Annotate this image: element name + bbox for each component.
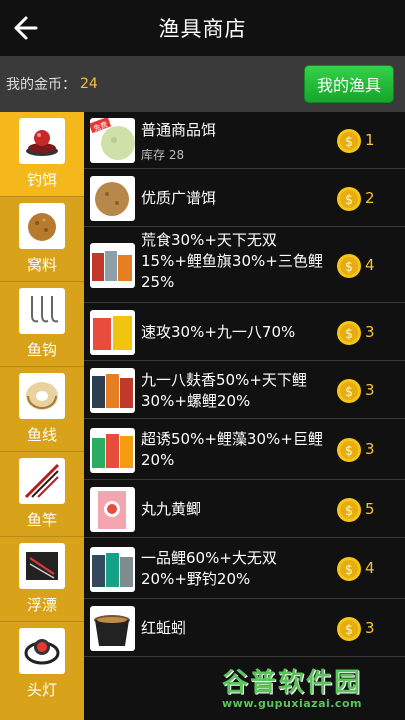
category-float[interactable]: 浮漂 xyxy=(0,537,84,621)
gold-coin-icon: $ xyxy=(337,254,361,278)
product-thumbnail xyxy=(90,428,135,473)
bait-icon xyxy=(19,118,65,164)
product-thumbnail xyxy=(90,176,135,221)
product-name: 九一八麸香50%+天下鲤30%+螺鲤20% xyxy=(141,371,307,410)
product-name: 超诱50%+鲤藻30%+巨鲤20% xyxy=(141,430,323,469)
product-price: 1 xyxy=(365,131,375,149)
product-price: 2 xyxy=(365,189,375,207)
category-line[interactable]: 鱼线 xyxy=(0,367,84,451)
my-gear-button[interactable]: 我的渔具 xyxy=(304,65,394,103)
product-list: 免费 普通商品饵 库存 28 $ 1 优质广谱饵 $ 2 荒食30%+天下无双1… xyxy=(84,112,405,720)
fishhook-icon xyxy=(19,288,65,334)
category-rod[interactable]: 鱼竿 xyxy=(0,452,84,536)
gold-coin-icon: $ xyxy=(337,557,361,581)
product-row[interactable]: 丸九黄鲫 $ 5 xyxy=(84,481,405,538)
svg-text:$: $ xyxy=(345,260,353,275)
svg-text:$: $ xyxy=(345,563,353,578)
category-label: 钓饵 xyxy=(26,171,57,189)
product-price: 3 xyxy=(365,440,375,458)
category-label: 鱼钩 xyxy=(26,341,57,359)
svg-text:$: $ xyxy=(345,504,353,519)
product-row[interactable]: 一品鲤60%+大无双20%+野钓20% $ 4 xyxy=(84,539,405,599)
product-price: 3 xyxy=(365,381,375,399)
product-name: 一品鲤60%+大无双20%+野钓20% xyxy=(141,549,277,588)
product-thumbnail xyxy=(90,243,135,288)
coin-label: 我的金币： xyxy=(6,77,76,93)
back-arrow-icon[interactable] xyxy=(10,10,46,46)
watermark-text: 谷普软件园 xyxy=(222,668,363,698)
product-name: 荒食30%+天下无双15%+鲤鱼旗30%+三色鲤25% xyxy=(141,231,323,291)
category-headlamp[interactable]: 头灯 xyxy=(0,622,84,706)
product-price: 5 xyxy=(365,500,375,518)
product-name: 普通商品饵 xyxy=(141,121,217,139)
category-sidebar: 钓饵 窝料 鱼钩 鱼线 鱼竿 浮漂 头灯 xyxy=(0,112,84,720)
category-groundbait[interactable]: 窝料 xyxy=(0,197,84,281)
svg-text:$: $ xyxy=(345,623,353,638)
coin-bar: 我的金币： 24 我的渔具 xyxy=(0,56,405,112)
product-row[interactable]: 超诱50%+鲤藻30%+巨鲤20% $ 3 xyxy=(84,420,405,480)
svg-text:$: $ xyxy=(345,193,353,208)
float-icon xyxy=(19,543,65,589)
svg-text:$: $ xyxy=(345,135,353,150)
product-stock: 库存 28 xyxy=(141,148,185,162)
svg-text:$: $ xyxy=(345,327,353,342)
coin-balance: 24 xyxy=(80,76,98,92)
svg-text:$: $ xyxy=(345,444,353,459)
category-label: 浮漂 xyxy=(26,596,57,614)
product-price: 4 xyxy=(365,559,375,577)
gold-coin-icon: $ xyxy=(337,498,361,522)
product-row[interactable]: 红蚯蚓 $ 3 xyxy=(84,600,405,657)
product-thumbnail xyxy=(90,310,135,355)
product-row[interactable]: 荒食30%+天下无双15%+鲤鱼旗30%+三色鲤25% $ 4 xyxy=(84,228,405,303)
page-title: 渔具商店 xyxy=(158,17,247,41)
category-bait[interactable]: 钓饵 xyxy=(0,112,84,196)
product-price: 3 xyxy=(365,619,375,637)
category-hook[interactable]: 鱼钩 xyxy=(0,282,84,366)
gold-coin-icon: $ xyxy=(337,617,361,641)
product-thumbnail xyxy=(90,368,135,413)
product-thumbnail xyxy=(90,487,135,532)
svg-text:$: $ xyxy=(345,385,353,400)
category-label: 头灯 xyxy=(26,681,57,699)
product-name: 速攻30%+九一八70% xyxy=(141,323,296,341)
product-price: 3 xyxy=(365,323,375,341)
fishing-rod-icon xyxy=(19,458,65,504)
product-row[interactable]: 九一八麸香50%+天下鲤30%+螺鲤20% $ 3 xyxy=(84,362,405,419)
gold-coin-icon: $ xyxy=(337,438,361,462)
product-thumbnail xyxy=(90,547,135,592)
product-name: 丸九黄鲫 xyxy=(141,500,202,518)
product-row[interactable]: 优质广谱饵 $ 2 xyxy=(84,170,405,227)
product-thumbnail xyxy=(90,606,135,651)
product-thumbnail: 免费 xyxy=(90,118,135,163)
fishing-line-spool-icon xyxy=(19,373,65,419)
gold-coin-icon: $ xyxy=(337,187,361,211)
product-row[interactable]: 速攻30%+九一八70% $ 3 xyxy=(84,304,405,361)
watermark-url: www.gupuxiazai.com xyxy=(222,697,362,710)
gold-coin-icon: $ xyxy=(337,321,361,345)
gold-coin-icon: $ xyxy=(337,379,361,403)
category-label: 窝料 xyxy=(26,256,57,274)
product-price: 4 xyxy=(365,256,375,274)
site-watermark: 谷普软件园 www.gupuxiazai.com xyxy=(222,662,402,710)
groundbait-ball-icon xyxy=(19,203,65,249)
product-name: 优质广谱饵 xyxy=(141,189,217,207)
product-row[interactable]: 免费 普通商品饵 库存 28 $ 1 xyxy=(84,112,405,169)
category-label: 鱼线 xyxy=(26,426,57,444)
app-header: 渔具商店 xyxy=(0,0,405,56)
gold-coin-icon: $ xyxy=(337,129,361,153)
headlamp-icon xyxy=(19,628,65,674)
product-name: 红蚯蚓 xyxy=(141,619,187,637)
category-label: 鱼竿 xyxy=(26,511,57,529)
